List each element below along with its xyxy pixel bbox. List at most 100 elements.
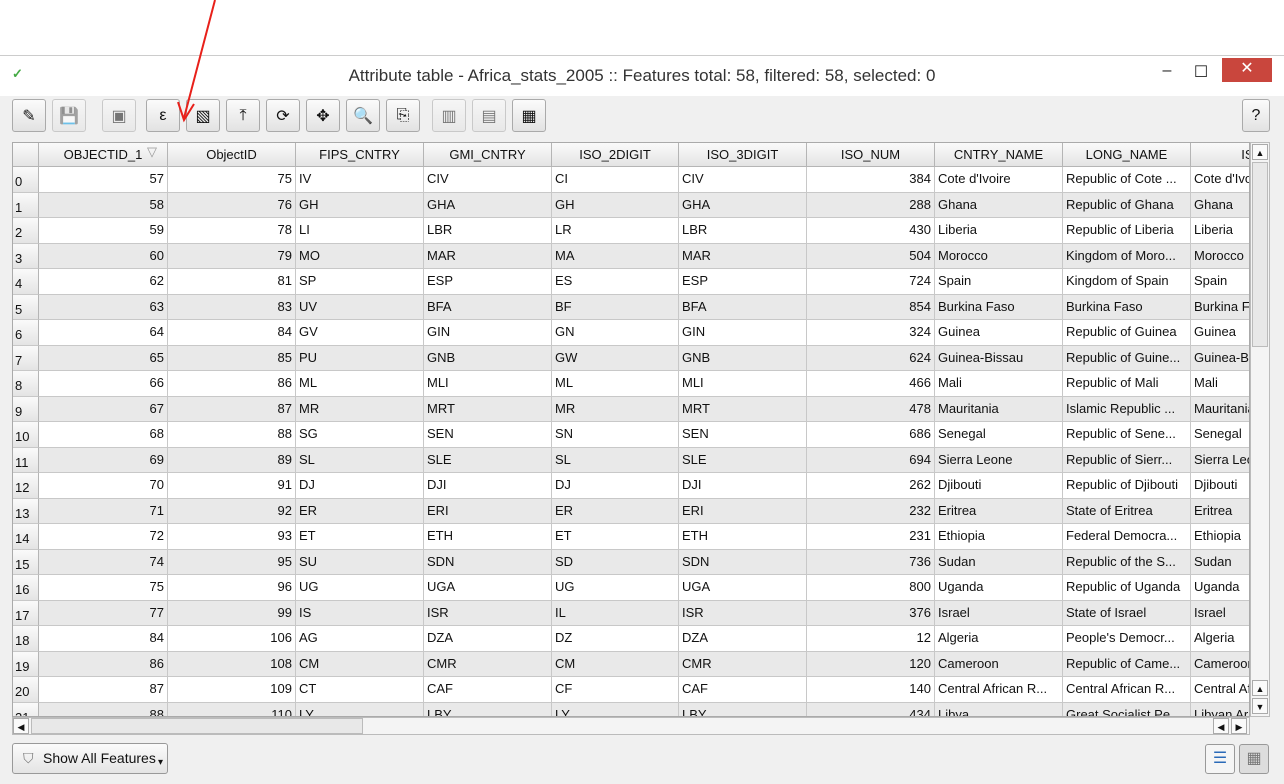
column-header[interactable]: ISO_NUM (807, 143, 935, 167)
table-cell[interactable]: 288 (807, 192, 935, 218)
table-cell[interactable]: 89 (168, 447, 296, 473)
table-cell[interactable]: Islamic Republic ... (1063, 396, 1191, 422)
table-cell[interactable]: Republic of Guinea (1063, 320, 1191, 346)
table-cell[interactable]: CF (552, 677, 679, 703)
table-cell[interactable]: 76 (168, 192, 296, 218)
table-cell[interactable]: 78 (168, 218, 296, 244)
column-header[interactable]: OBJECTID_1 ▽ (39, 143, 168, 167)
table-cell[interactable]: 800 (807, 575, 935, 601)
table-cell[interactable]: 624 (807, 345, 935, 371)
table-cell[interactable]: 75 (168, 167, 296, 193)
table-cell[interactable]: 120 (807, 651, 935, 677)
table-cell[interactable]: CIV (679, 167, 807, 193)
table-cell[interactable]: Senegal (935, 422, 1063, 448)
table-cell[interactable]: 724 (807, 269, 935, 295)
table-cell[interactable]: Spain (1191, 269, 1249, 295)
table-cell[interactable]: UG (552, 575, 679, 601)
table-cell[interactable]: CAF (424, 677, 552, 703)
table-cell[interactable]: GW (552, 345, 679, 371)
table-cell[interactable]: Republic of Sierr... (1063, 447, 1191, 473)
table-cell[interactable]: ETH (424, 524, 552, 550)
table-cell[interactable]: Burkina Faso (1063, 294, 1191, 320)
table-cell[interactable]: Guinea (1191, 320, 1249, 346)
row-header[interactable]: 17 (13, 600, 39, 626)
table-cell[interactable]: 694 (807, 447, 935, 473)
table-cell[interactable]: Sierra Leone (935, 447, 1063, 473)
table-cell[interactable]: Mauritania (935, 396, 1063, 422)
table-cell[interactable]: Republic of Ghana (1063, 192, 1191, 218)
table-cell[interactable]: IV (296, 167, 424, 193)
table-cell[interactable]: Republic of Uganda (1063, 575, 1191, 601)
row-header[interactable]: 6 (13, 320, 39, 346)
column-header[interactable]: ISOSH (1191, 143, 1249, 167)
table-cell[interactable]: 79 (168, 243, 296, 269)
table-cell[interactable]: 96 (168, 575, 296, 601)
row-header[interactable]: 7 (13, 345, 39, 371)
table-cell[interactable]: 88 (168, 422, 296, 448)
table-cell[interactable]: CAF (679, 677, 807, 703)
table-cell[interactable]: ISR (424, 600, 552, 626)
table-cell[interactable]: 86 (39, 651, 168, 677)
maximize-button[interactable]: ☐ (1186, 62, 1216, 84)
table-cell[interactable]: LY (552, 702, 679, 716)
row-header[interactable]: 14 (13, 524, 39, 550)
table-cell[interactable]: BFA (424, 294, 552, 320)
table-cell[interactable]: SDN (424, 549, 552, 575)
table-cell[interactable]: ISR (679, 600, 807, 626)
show-all-features-button[interactable]: ⛉ Show All Features ▾ (12, 743, 168, 774)
table-cell[interactable]: Republic of Djibouti (1063, 473, 1191, 499)
table-cell[interactable]: ER (296, 498, 424, 524)
table-cell[interactable]: Cameroon (935, 651, 1063, 677)
table-cell[interactable]: 108 (168, 651, 296, 677)
table-cell[interactable]: BF (552, 294, 679, 320)
table-cell[interactable]: 59 (39, 218, 168, 244)
table-cell[interactable]: GNB (424, 345, 552, 371)
table-cell[interactable]: 466 (807, 371, 935, 397)
table-cell[interactable]: ML (552, 371, 679, 397)
table-cell[interactable]: LR (552, 218, 679, 244)
horizontal-scrollbar[interactable]: ◀ ◀ ▶ (12, 717, 1250, 735)
table-cell[interactable]: Federal Democra... (1063, 524, 1191, 550)
row-header[interactable]: 1 (13, 192, 39, 218)
table-cell[interactable]: 86 (168, 371, 296, 397)
vertical-scroll-thumb[interactable] (1252, 162, 1268, 347)
table-cell[interactable]: Republic of Sene... (1063, 422, 1191, 448)
delete-column-button[interactable]: ▥ (432, 99, 466, 132)
table-cell[interactable]: State of Eritrea (1063, 498, 1191, 524)
table-cell[interactable]: Libyan Ar (1191, 702, 1249, 716)
table-cell[interactable]: 324 (807, 320, 935, 346)
table-cell[interactable]: UV (296, 294, 424, 320)
row-header[interactable]: 4 (13, 269, 39, 295)
table-cell[interactable]: Cote d'Ivoire (935, 167, 1063, 193)
table-cell[interactable]: DJ (552, 473, 679, 499)
table-cell[interactable]: UGA (679, 575, 807, 601)
table-cell[interactable]: 376 (807, 600, 935, 626)
table-cell[interactable]: 99 (168, 600, 296, 626)
table-cell[interactable]: Morocco (1191, 243, 1249, 269)
table-cell[interactable]: 854 (807, 294, 935, 320)
table-cell[interactable]: 83 (168, 294, 296, 320)
table-cell[interactable]: ETH (679, 524, 807, 550)
table-cell[interactable]: 95 (168, 549, 296, 575)
row-header[interactable]: 19 (13, 651, 39, 677)
table-cell[interactable]: MAR (679, 243, 807, 269)
table-cell[interactable]: ES (552, 269, 679, 295)
table-cell[interactable]: 77 (39, 600, 168, 626)
table-cell[interactable]: Guinea (935, 320, 1063, 346)
table-cell[interactable]: LBY (679, 702, 807, 716)
copy-selected-rows-button[interactable]: ⎘ (386, 99, 420, 132)
table-cell[interactable]: 434 (807, 702, 935, 716)
column-header[interactable]: GMI_CNTRY (424, 143, 552, 167)
table-cell[interactable]: MA (552, 243, 679, 269)
table-cell[interactable]: ERI (679, 498, 807, 524)
form-view-button[interactable]: ☰ (1205, 744, 1235, 774)
table-cell[interactable]: Central African (1191, 677, 1249, 703)
table-cell[interactable]: Morocco (935, 243, 1063, 269)
table-cell[interactable]: ER (552, 498, 679, 524)
table-cell[interactable]: GHA (424, 192, 552, 218)
table-cell[interactable]: LY (296, 702, 424, 716)
table-cell[interactable]: Central African R... (1063, 677, 1191, 703)
table-cell[interactable]: Algeria (935, 626, 1063, 652)
table-cell[interactable]: GIN (424, 320, 552, 346)
table-cell[interactable]: CMR (424, 651, 552, 677)
